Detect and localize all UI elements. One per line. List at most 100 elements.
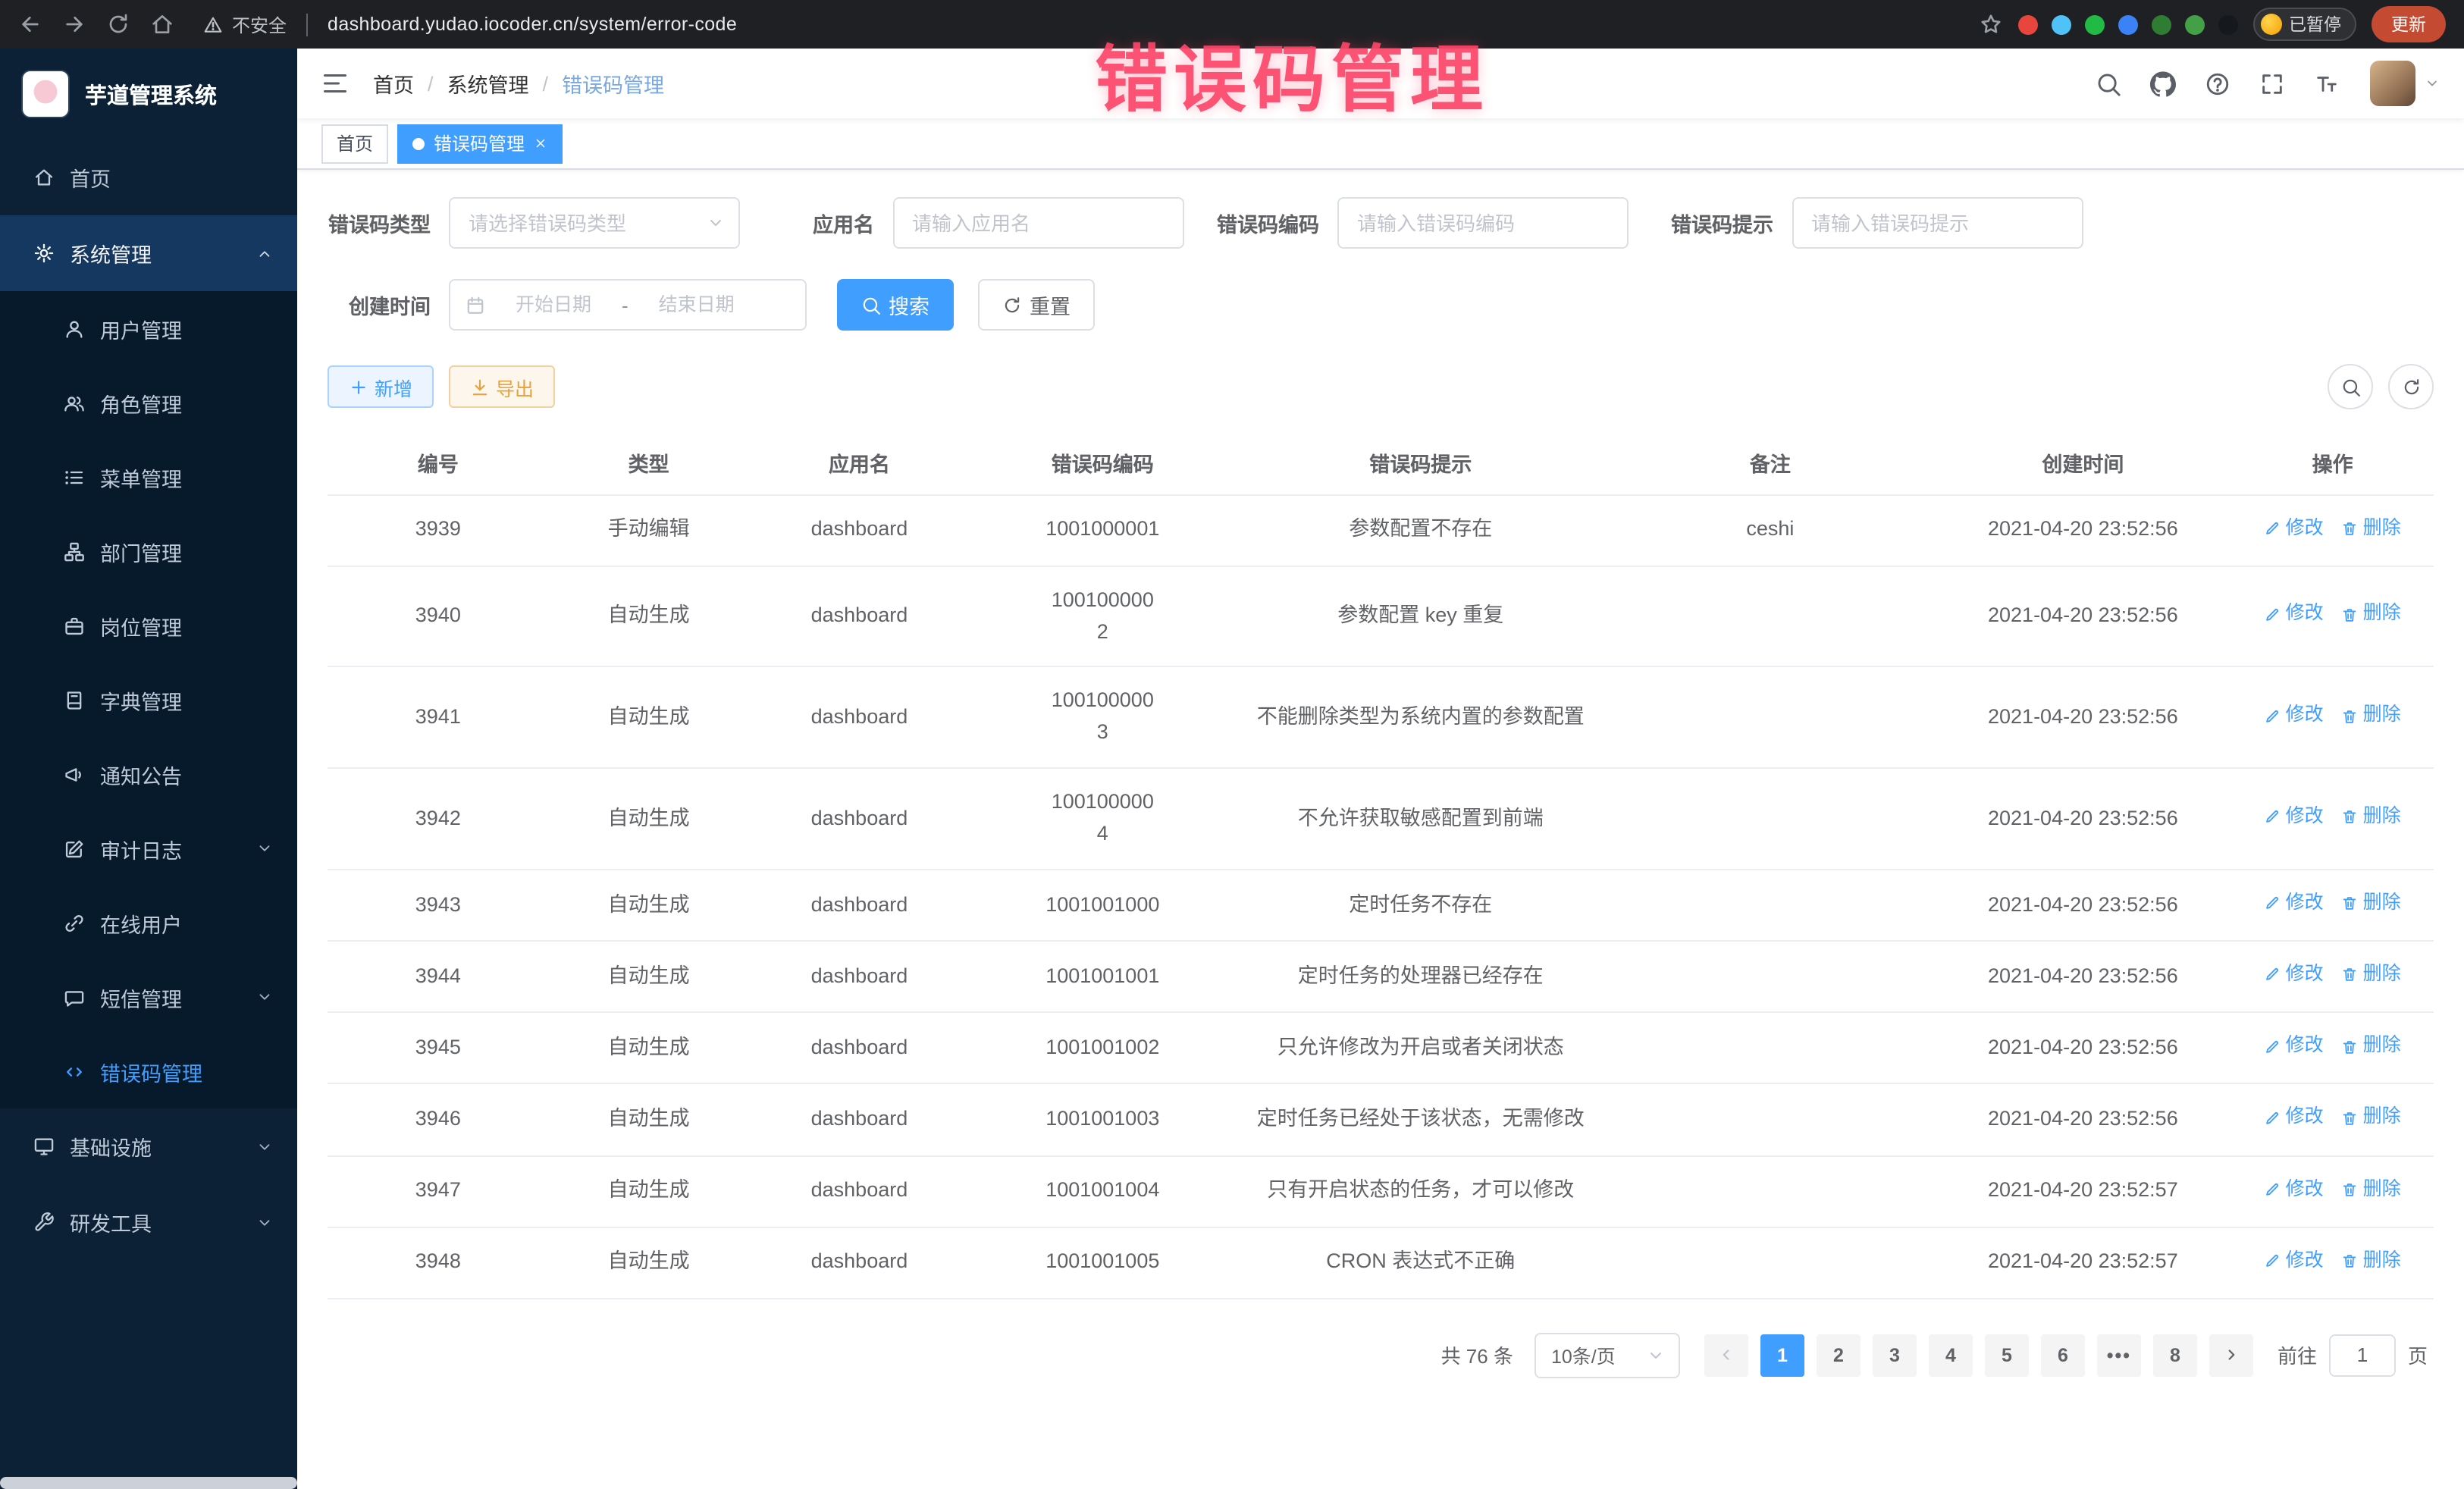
page-button-3[interactable]: 3 xyxy=(1873,1334,1917,1377)
add-button[interactable]: 新增 xyxy=(328,365,434,408)
github-icon[interactable] xyxy=(2150,71,2176,96)
breadcrumb-item[interactable]: 首页 xyxy=(373,68,414,99)
close-icon[interactable] xyxy=(534,136,547,150)
error-type-select-input[interactable] xyxy=(450,199,738,247)
question-icon[interactable] xyxy=(2205,71,2230,96)
hamburger-icon[interactable] xyxy=(321,70,349,97)
page-button-2[interactable]: 2 xyxy=(1817,1334,1861,1377)
sidebar-item-post[interactable]: 岗位管理 xyxy=(0,588,297,663)
error-code-input[interactable] xyxy=(1339,199,1627,247)
edit-button[interactable]: 修改 xyxy=(2265,1174,2324,1204)
next-page-button[interactable] xyxy=(2209,1334,2253,1377)
goto-page-input[interactable] xyxy=(2329,1334,2396,1377)
page-button-1[interactable]: 1 xyxy=(1760,1334,1804,1377)
sidebar-item-users[interactable]: 角色管理 xyxy=(0,365,297,440)
sidebar-item-sms[interactable]: 短信管理 xyxy=(0,960,297,1034)
toggle-search-button[interactable] xyxy=(2328,364,2373,409)
page-button-4[interactable]: 4 xyxy=(1929,1334,1973,1377)
date-range-picker[interactable]: - xyxy=(449,279,807,331)
page-button-8[interactable]: 8 xyxy=(2153,1334,2197,1377)
app-name-field[interactable] xyxy=(892,197,1183,249)
fullscreen-icon[interactable] xyxy=(2259,71,2285,96)
edit-button[interactable]: 修改 xyxy=(2265,513,2324,543)
reload-icon[interactable] xyxy=(106,12,130,36)
delete-button[interactable]: 删除 xyxy=(2342,1246,2401,1275)
sidebar-item-dev-tools[interactable]: 研发工具 xyxy=(0,1184,297,1260)
page-size-select[interactable]: 10条/页 xyxy=(1535,1333,1680,1378)
search-button[interactable]: 搜索 xyxy=(837,279,954,331)
end-date-input[interactable] xyxy=(635,281,759,329)
sidebar-item-gear[interactable]: 系统管理 xyxy=(0,215,297,291)
edit-button[interactable]: 修改 xyxy=(2265,961,2324,990)
page-content: 错误码类型 应用名 错误码编码 xyxy=(297,170,2464,1489)
delete-button[interactable]: 删除 xyxy=(2342,1103,2401,1133)
sidebar-scrollbar[interactable] xyxy=(0,1477,297,1489)
sidebar-item-error-code[interactable]: 错误码管理 xyxy=(0,1034,297,1108)
edit-button[interactable]: 修改 xyxy=(2265,600,2324,629)
more-pages-button[interactable]: ••• xyxy=(2097,1334,2141,1377)
sidebar-item-menu-list[interactable]: 菜单管理 xyxy=(0,440,297,514)
sidebar-item-home[interactable]: 首页 xyxy=(0,139,297,215)
delete-button[interactable]: 删除 xyxy=(2342,600,2401,629)
sidebar-item-user[interactable]: 用户管理 xyxy=(0,291,297,365)
view-tab[interactable]: 首页 xyxy=(321,124,388,163)
error-hint-input[interactable] xyxy=(1793,199,2081,247)
site-security-chip[interactable]: 不安全 xyxy=(203,11,287,37)
prev-page-button[interactable] xyxy=(1704,1334,1748,1377)
filter-row-1: 错误码类型 应用名 错误码编码 xyxy=(328,197,2434,249)
error-type-select[interactable] xyxy=(449,197,740,249)
search-icon[interactable] xyxy=(2096,71,2121,96)
export-button[interactable]: 导出 xyxy=(449,365,555,408)
start-date-input[interactable] xyxy=(491,281,616,329)
font-size-icon[interactable] xyxy=(2314,71,2340,96)
sidebar-item-infrastructure[interactable]: 基础设施 xyxy=(0,1108,297,1184)
breadcrumb-item[interactable]: 系统管理 xyxy=(447,68,529,99)
paused-badge[interactable]: 已暂停 xyxy=(2252,8,2356,41)
avatar[interactable] xyxy=(2370,61,2415,106)
trash-icon xyxy=(2342,1038,2359,1055)
page-button-6[interactable]: 6 xyxy=(2041,1334,2085,1377)
delete-button[interactable]: 删除 xyxy=(2342,1032,2401,1061)
edit-button[interactable]: 修改 xyxy=(2265,889,2324,918)
delete-button[interactable]: 删除 xyxy=(2342,961,2401,990)
delete-button[interactable]: 删除 xyxy=(2342,513,2401,543)
sidebar-item-audit-log[interactable]: 审计日志 xyxy=(0,811,297,886)
edit-button[interactable]: 修改 xyxy=(2265,1246,2324,1275)
edit-button[interactable]: 修改 xyxy=(2265,802,2324,832)
address-bar[interactable]: dashboard.yudao.iocoder.cn/system/error-… xyxy=(328,14,737,35)
app-logo[interactable]: 芋道管理系统 xyxy=(0,49,297,139)
reset-button[interactable]: 重置 xyxy=(978,279,1095,331)
table-row: 3948自动生成dashboard1001001005CRON 表达式不正确20… xyxy=(328,1227,2434,1298)
back-icon[interactable] xyxy=(18,12,42,36)
extension-icon[interactable] xyxy=(2218,14,2237,34)
refresh-table-button[interactable] xyxy=(2388,364,2434,409)
delete-button[interactable]: 删除 xyxy=(2342,889,2401,918)
page-button-5[interactable]: 5 xyxy=(1985,1334,2029,1377)
sidebar-item-announcement[interactable]: 通知公告 xyxy=(0,737,297,811)
view-tab[interactable]: 错误码管理 xyxy=(397,124,563,163)
extension-icon[interactable] xyxy=(2118,14,2137,34)
sidebar-item-dict[interactable]: 字典管理 xyxy=(0,663,297,737)
error-hint-field[interactable] xyxy=(1792,197,2083,249)
update-button[interactable]: 更新 xyxy=(2372,6,2446,42)
extension-icon[interactable] xyxy=(2151,14,2171,34)
bookmark-star-icon[interactable] xyxy=(1978,12,2002,36)
edit-button[interactable]: 修改 xyxy=(2265,701,2324,731)
user-menu[interactable] xyxy=(2370,61,2440,106)
forward-icon[interactable] xyxy=(62,12,86,36)
sidebar-item-org-tree[interactable]: 部门管理 xyxy=(0,514,297,588)
browser-home-icon[interactable] xyxy=(150,12,174,36)
delete-button[interactable]: 删除 xyxy=(2342,1174,2401,1204)
dict-icon xyxy=(64,689,85,710)
extension-icon[interactable] xyxy=(2084,14,2104,34)
app-name-input[interactable] xyxy=(894,199,1182,247)
delete-button[interactable]: 删除 xyxy=(2342,701,2401,731)
extension-icon[interactable] xyxy=(2017,14,2037,34)
sidebar-item-online-user[interactable]: 在线用户 xyxy=(0,886,297,960)
extension-icon[interactable] xyxy=(2051,14,2071,34)
edit-button[interactable]: 修改 xyxy=(2265,1032,2324,1061)
edit-button[interactable]: 修改 xyxy=(2265,1103,2324,1133)
error-code-field[interactable] xyxy=(1337,197,1629,249)
extension-icon[interactable] xyxy=(2184,14,2204,34)
delete-button[interactable]: 删除 xyxy=(2342,802,2401,832)
